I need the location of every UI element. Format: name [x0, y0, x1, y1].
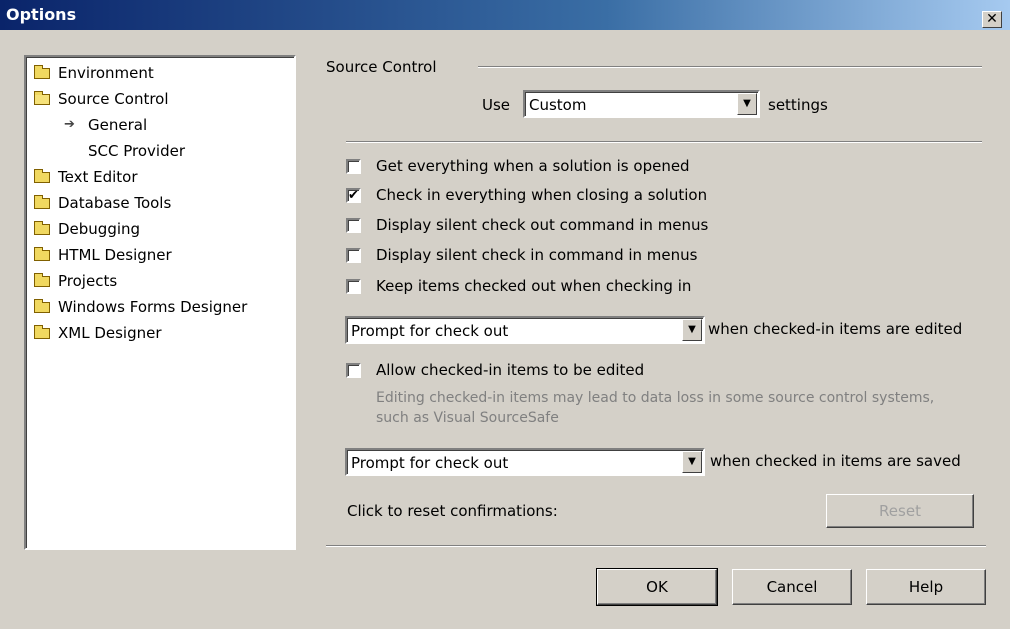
folder-icon [34, 169, 50, 183]
dropdown-value: Prompt for check out [351, 454, 509, 472]
window-title: Options [6, 5, 77, 24]
folder-icon [34, 299, 50, 313]
folder-icon [34, 221, 50, 235]
options-tree[interactable]: Environment Source Control ➔ General SCC… [24, 55, 296, 550]
footer-divider [326, 545, 986, 547]
section-divider [346, 141, 982, 143]
checkbox-label: Get everything when a solution is opened [376, 157, 690, 175]
dropdown-value: Prompt for check out [351, 322, 509, 340]
tree-item-label: Text Editor [58, 168, 138, 186]
reset-confirmations-label: Click to reset confirmations: [347, 502, 558, 520]
arrow-right-icon: ➔ [64, 117, 75, 132]
settings-preset-dropdown[interactable]: Custom ▼ [523, 90, 760, 118]
reset-button[interactable]: Reset [826, 494, 974, 528]
tree-item-label: Source Control [58, 90, 169, 108]
tree-item-label: Debugging [58, 220, 141, 238]
on-save-label: when checked in items are saved [710, 452, 961, 470]
checkbox-label: Check in everything when closing a solut… [376, 186, 708, 204]
settings-label: settings [768, 96, 828, 114]
checkbox[interactable] [346, 218, 361, 233]
folder-icon [34, 325, 50, 339]
use-label: Use [482, 96, 511, 114]
checkbox-label: Keep items checked out when checking in [376, 277, 692, 295]
checkbox[interactable]: ✔ [346, 188, 361, 203]
tree-item-label: General [88, 116, 148, 134]
checkbox[interactable] [346, 248, 361, 263]
allow-edit-warning: Editing checked-in items may lead to dat… [376, 390, 935, 426]
on-edit-dropdown[interactable]: Prompt for check out ▼ [345, 316, 705, 344]
tree-item-label: Environment [58, 64, 154, 82]
open-folder-icon [34, 91, 50, 105]
folder-icon [34, 247, 50, 261]
tree-item-label: Projects [58, 272, 118, 290]
cancel-button[interactable]: Cancel [732, 569, 852, 605]
tree-item-label: SCC Provider [88, 142, 185, 160]
checkbox[interactable] [346, 159, 361, 174]
on-edit-label: when checked-in items are edited [708, 320, 963, 338]
chevron-down-icon[interactable]: ▼ [682, 319, 702, 341]
checkbox-label: Display silent check in command in menus [376, 246, 698, 264]
on-save-dropdown[interactable]: Prompt for check out ▼ [345, 448, 705, 476]
close-icon: ✕ [986, 11, 998, 27]
tree-item-label: Windows Forms Designer [58, 298, 248, 316]
tree-item-label: Database Tools [58, 194, 172, 212]
checkbox-label: Display silent check out command in menu… [376, 216, 709, 234]
source-control-group-label: Source Control [326, 58, 437, 76]
checkbox-label: Allow checked-in items to be edited [376, 361, 645, 379]
folder-icon [34, 65, 50, 79]
checkbox[interactable] [346, 279, 361, 294]
group-divider [478, 66, 982, 68]
folder-icon [34, 195, 50, 209]
folder-icon [34, 273, 50, 287]
help-button[interactable]: Help [866, 569, 986, 605]
chevron-down-icon[interactable]: ▼ [682, 451, 702, 473]
title-bar: Options ✕ [0, 0, 1010, 30]
ok-button[interactable]: OK [596, 568, 718, 606]
checkbox[interactable] [346, 363, 361, 378]
tree-item-label: HTML Designer [58, 246, 172, 264]
chevron-down-icon[interactable]: ▼ [737, 93, 757, 115]
dropdown-value: Custom [529, 96, 587, 114]
close-button[interactable]: ✕ [982, 11, 1002, 28]
tree-item-label: XML Designer [58, 324, 162, 342]
